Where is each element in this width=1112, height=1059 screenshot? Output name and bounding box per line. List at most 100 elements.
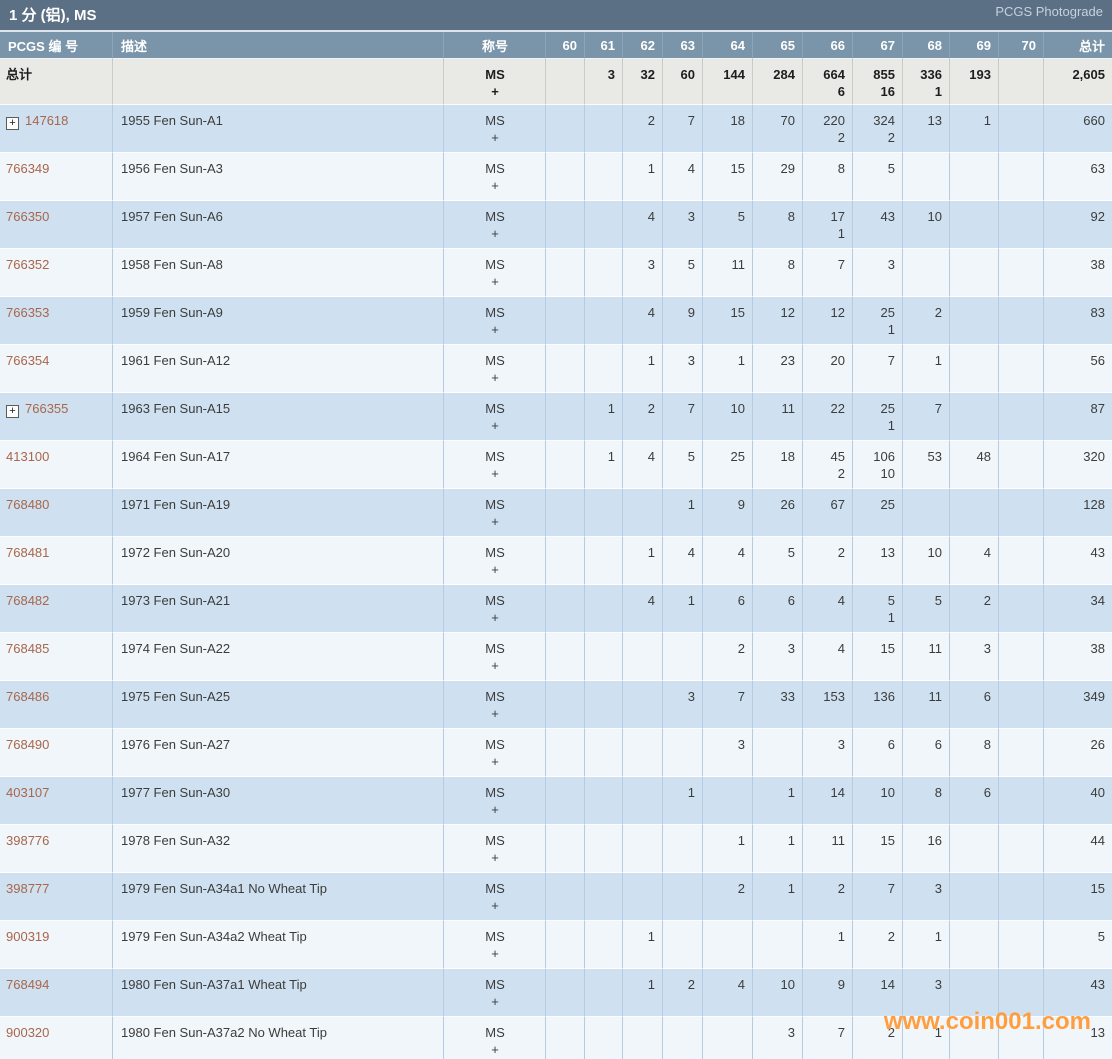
grade-cell: 3 bbox=[852, 249, 902, 297]
grade-count: 144 bbox=[723, 67, 745, 82]
photograde-link[interactable]: PCGS Photograde bbox=[995, 4, 1103, 19]
grade-cell: 1 bbox=[902, 1017, 949, 1059]
pcgs-number-link[interactable]: 403107 bbox=[6, 785, 49, 800]
grade-cell: 1 bbox=[752, 825, 802, 873]
pcgs-number-link[interactable]: 900320 bbox=[6, 1025, 49, 1040]
grade-count: 1 bbox=[787, 785, 795, 800]
grade-cell bbox=[998, 345, 1043, 393]
grade-cell: 7 bbox=[802, 249, 852, 297]
grade-count: 8 bbox=[983, 737, 991, 752]
table-row: 768486 1975 Fen Sun-A25 MS +3 7 33 153 136 11 6 34… bbox=[0, 681, 1112, 729]
grade-count: 3 bbox=[934, 881, 942, 896]
coin-description: 1975 Fen Sun-A25 bbox=[112, 681, 443, 729]
pcgs-number-link[interactable]: 768490 bbox=[6, 737, 49, 752]
grade-count: 5 bbox=[887, 161, 895, 176]
pcgs-number-link[interactable]: 413100 bbox=[6, 449, 49, 464]
grade-cell: 6 bbox=[852, 729, 902, 777]
grade-cell bbox=[584, 489, 622, 537]
pcgs-number-link[interactable]: 768482 bbox=[6, 593, 49, 608]
grade-cell bbox=[584, 777, 622, 825]
grade-count: 664 bbox=[823, 67, 845, 82]
col-header-grade-67: 67 bbox=[852, 32, 902, 59]
grade-plus-count: 1 bbox=[934, 84, 942, 99]
grade-cell: 144 bbox=[702, 59, 752, 105]
expand-plus-icon[interactable]: + bbox=[6, 117, 19, 130]
grade-count: 1 bbox=[934, 353, 942, 368]
grade-cell: 4 bbox=[802, 585, 852, 633]
grade-cell bbox=[545, 249, 584, 297]
pcgs-number-cell: 768480 bbox=[0, 489, 112, 537]
pcgs-number-link[interactable]: 900319 bbox=[6, 929, 49, 944]
grade-count: 8 bbox=[787, 209, 795, 224]
pcgs-number-link[interactable]: 766355 bbox=[25, 401, 68, 416]
grade-cell: 12 bbox=[752, 297, 802, 345]
grade-count: 25 bbox=[880, 497, 895, 512]
grade-count: 4 bbox=[737, 977, 745, 992]
row-total: 83 bbox=[1043, 297, 1112, 345]
grade-count: 5 bbox=[687, 449, 695, 464]
pcgs-number-link[interactable]: 766350 bbox=[6, 209, 49, 224]
grade-cell: 1 bbox=[662, 777, 702, 825]
designation-cell: MS + bbox=[443, 201, 545, 249]
grade-count: 3 bbox=[687, 689, 695, 704]
grade-count: 7 bbox=[934, 401, 942, 416]
grade-cell bbox=[545, 441, 584, 489]
population-report-page: 1 分 (铝), MS PCGS Photograde PCGS 编 号描述 称号… bbox=[0, 0, 1112, 1059]
row-total: 38 bbox=[1043, 633, 1112, 681]
grade-count: 3 bbox=[837, 737, 845, 752]
grade-count: 2 bbox=[647, 113, 655, 128]
pcgs-number-link[interactable]: 766352 bbox=[6, 257, 49, 272]
grade-cell: 1 bbox=[902, 345, 949, 393]
designation-ms-label: MS bbox=[485, 785, 505, 800]
designation-cell: MS + bbox=[443, 441, 545, 489]
grade-count: 26 bbox=[780, 497, 795, 512]
grade-cell bbox=[662, 825, 702, 873]
grade-cell: 1 bbox=[949, 105, 998, 153]
pcgs-number-link[interactable]: 766354 bbox=[6, 353, 49, 368]
coin-description: 1972 Fen Sun-A20 bbox=[112, 537, 443, 585]
coin-description: 1976 Fen Sun-A27 bbox=[112, 729, 443, 777]
pcgs-number-link[interactable]: 768481 bbox=[6, 545, 49, 560]
grade-count: 9 bbox=[737, 497, 745, 512]
grade-cell: 25 bbox=[852, 489, 902, 537]
pcgs-number-link[interactable]: 766349 bbox=[6, 161, 49, 176]
pcgs-number-link[interactable]: 768486 bbox=[6, 689, 49, 704]
grade-cell bbox=[584, 921, 622, 969]
pcgs-number-link[interactable]: 398776 bbox=[6, 833, 49, 848]
grade-plus-count: 2 bbox=[837, 130, 845, 145]
grade-cell bbox=[662, 729, 702, 777]
pcgs-number-link[interactable]: 768480 bbox=[6, 497, 49, 512]
pcgs-number-link[interactable]: 766353 bbox=[6, 305, 49, 320]
table-row: 413100 1964 Fen Sun-A17 MS +1 4 5 25 18 45 2 106 10… bbox=[0, 441, 1112, 489]
totals-total: 2,605 bbox=[1043, 59, 1112, 105]
designation-cell: MS + bbox=[443, 825, 545, 873]
title-bar: 1 分 (铝), MS PCGS Photograde bbox=[0, 0, 1112, 32]
totals-description-cell bbox=[112, 59, 443, 105]
grade-count: 1 bbox=[687, 497, 695, 512]
grade-cell: 15 bbox=[702, 153, 752, 201]
grade-count: 7 bbox=[687, 401, 695, 416]
grade-count: 8 bbox=[837, 161, 845, 176]
grade-cell bbox=[545, 969, 584, 1017]
grade-count: 3 bbox=[737, 737, 745, 752]
grade-cell bbox=[622, 777, 662, 825]
grade-cell: 10 bbox=[702, 393, 752, 441]
grade-cell: 4 bbox=[702, 969, 752, 1017]
grade-cell: 18 bbox=[702, 105, 752, 153]
grade-plus-count: 1 bbox=[887, 610, 895, 625]
pcgs-number-link[interactable]: 768485 bbox=[6, 641, 49, 656]
pcgs-number-cell: 900319 bbox=[0, 921, 112, 969]
expand-plus-icon[interactable]: + bbox=[6, 405, 19, 418]
designation-plus-label: + bbox=[491, 130, 499, 145]
grade-cell: 3 bbox=[662, 201, 702, 249]
grade-cell bbox=[949, 249, 998, 297]
pcgs-number-link[interactable]: 398777 bbox=[6, 881, 49, 896]
table-row: 768482 1973 Fen Sun-A21 MS +4 1 6 6 4 5 1 5 2 34 bbox=[0, 585, 1112, 633]
pcgs-number-link[interactable]: 768494 bbox=[6, 977, 49, 992]
grade-count: 16 bbox=[927, 833, 942, 848]
grade-count: 15 bbox=[880, 641, 895, 656]
grade-cell bbox=[584, 249, 622, 297]
pcgs-number-cell: 900320 bbox=[0, 1017, 112, 1059]
pcgs-number-link[interactable]: 147618 bbox=[25, 113, 68, 128]
coin-description: 1961 Fen Sun-A12 bbox=[112, 345, 443, 393]
